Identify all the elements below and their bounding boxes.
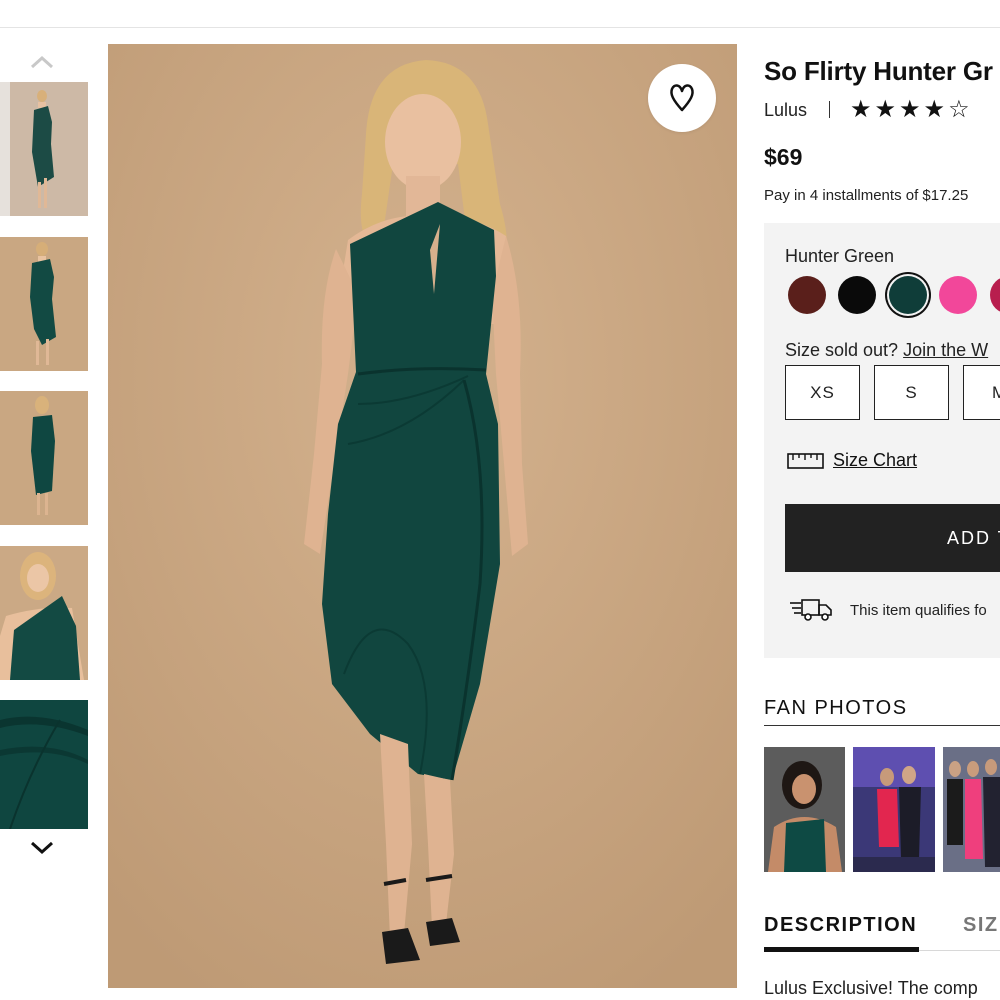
tab-size[interactable]: SIZ [963, 914, 999, 937]
add-to-bag-button[interactable]: ADD T [785, 504, 1000, 572]
size-chart-label: Size Chart [833, 450, 918, 470]
star-icon: ★ [874, 96, 897, 123]
product-title: So Flirty Hunter Gr [764, 56, 993, 86]
header-divider [0, 27, 1000, 28]
size-option-xs[interactable]: XS [785, 365, 860, 420]
chevron-down-icon [30, 841, 54, 855]
fan-photo-2[interactable] [853, 747, 935, 872]
delivery-truck-icon [790, 599, 832, 621]
fan-photo-1[interactable] [764, 747, 845, 872]
fan-photos-divider [764, 725, 1000, 726]
ruler-icon [787, 452, 824, 469]
star-icon: ★ [923, 96, 946, 123]
chevron-up-icon [30, 55, 54, 69]
thumbnail-4[interactable] [0, 546, 88, 680]
color-swatch-black[interactable] [838, 276, 876, 314]
rating-stars[interactable]: ★ ★ ★ ★ ☆ [850, 96, 970, 124]
size-option-m[interactable]: M [963, 365, 1000, 420]
star-outline-icon: ☆ [948, 96, 970, 123]
size-sold-out-text: Size sold out? [785, 340, 899, 360]
thumbnail-1[interactable] [0, 82, 88, 216]
wishlist-button[interactable] [648, 64, 716, 132]
fan-photos-heading: FAN PHOTOS [764, 697, 908, 719]
description-text: Lulus Exclusive! The comp [764, 978, 978, 998]
star-icon: ★ [850, 96, 872, 123]
active-tab-indicator [764, 947, 919, 952]
thumbnail-5[interactable] [0, 700, 88, 829]
thumbnail-2[interactable] [0, 237, 88, 371]
thumbnail-3[interactable] [0, 391, 88, 525]
size-chart-link[interactable]: Size Chart [787, 450, 917, 471]
installments-text: Pay in 4 installments of $17.25 [764, 187, 969, 204]
color-swatch-hunter-green[interactable] [889, 276, 927, 314]
selected-color-label: Hunter Green [785, 246, 895, 266]
product-price: $69 [764, 144, 803, 170]
color-swatch-pink[interactable] [939, 276, 977, 314]
main-product-image[interactable] [108, 44, 737, 988]
brand-link[interactable]: Lulus [764, 100, 807, 121]
shipping-notice: This item qualifies fo [789, 597, 987, 623]
join-waitlist-link[interactable]: Join the W [903, 340, 988, 360]
star-icon: ★ [899, 96, 921, 123]
tab-description[interactable]: DESCRIPTION [764, 914, 917, 937]
thumbnails-down-button[interactable] [22, 836, 62, 860]
size-option-s[interactable]: S [874, 365, 949, 420]
heart-icon [670, 84, 694, 112]
shipping-text: This item qualifies fo [850, 601, 987, 619]
brand-separator [829, 101, 830, 118]
fan-photo-3[interactable] [943, 747, 1000, 872]
color-swatch-burgundy[interactable] [788, 276, 826, 314]
thumbnails-up-button[interactable] [22, 50, 62, 74]
size-sold-out-message: Size sold out? Join the W [785, 340, 988, 361]
